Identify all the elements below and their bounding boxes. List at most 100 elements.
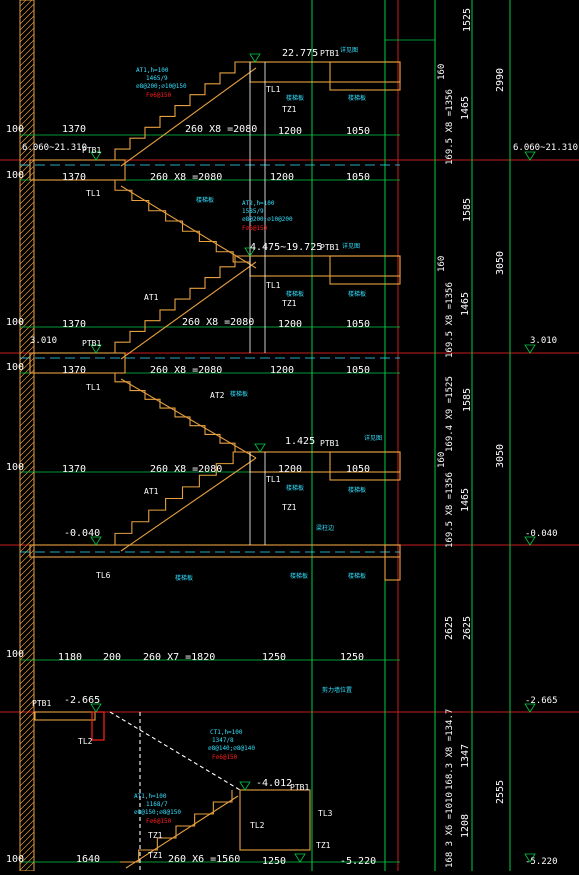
right-level-6060: 6.060~21.310 bbox=[513, 143, 578, 153]
cad-drawing-canvas[interactable]: 22.775 4.475~19.725 1.425 -0.040 -2.665 … bbox=[0, 0, 579, 875]
wall-hatch-line bbox=[19, 837, 35, 853]
wall-hatch-line bbox=[19, 411, 35, 427]
wall-hatch-line bbox=[19, 267, 35, 283]
wall-hatch-line bbox=[19, 579, 35, 595]
stair-section-drawing: 22.775 4.475~19.725 1.425 -0.040 -2.665 … bbox=[0, 0, 579, 875]
wall-hatch-line bbox=[19, 675, 35, 691]
note-edge: 梁柱边 bbox=[316, 524, 334, 532]
flight-down-2 bbox=[114, 373, 250, 453]
wall-hatch-line bbox=[19, 303, 35, 319]
wall-hatch-line bbox=[19, 819, 35, 835]
wall-hatch-line bbox=[19, 441, 35, 457]
flight-dim-5: 260 X8 =2080 bbox=[150, 464, 222, 475]
rdim2-160-a: 160 bbox=[437, 64, 447, 80]
at1-bot-line2: 1168/7 bbox=[146, 801, 168, 808]
tag-tz1-e: TZ1 bbox=[148, 851, 163, 860]
wall-hatch-line bbox=[19, 9, 35, 25]
rdim-2625-b: 2625 bbox=[462, 616, 473, 640]
level-1425: 1.425 bbox=[285, 436, 315, 447]
tag-tz1-c: TZ1 bbox=[282, 503, 297, 512]
at2-line1: AT2,h=100 bbox=[242, 200, 275, 207]
dim-100-d: 100 bbox=[6, 362, 24, 373]
wall-hatch-line bbox=[19, 57, 35, 73]
wall-hatch-line bbox=[19, 207, 35, 223]
wall-hatch-line bbox=[19, 741, 35, 757]
wall-hatch-line bbox=[19, 15, 35, 31]
wall-hatch-line bbox=[19, 153, 35, 169]
wall-hatch-line bbox=[19, 375, 35, 391]
wall-hatch-line bbox=[19, 771, 35, 787]
wall-hatch-line bbox=[19, 789, 35, 805]
rdim-1465-a: 1465 bbox=[460, 96, 471, 120]
wall-hatch-line bbox=[19, 237, 35, 253]
rdim-1525: 1525 bbox=[462, 8, 473, 32]
wall-hatch-line bbox=[19, 681, 35, 697]
flight-dim-6: 260 X7 =1820 bbox=[143, 652, 215, 663]
wall-hatch-line bbox=[19, 51, 35, 67]
tag-tl1-c: TL1 bbox=[266, 281, 281, 290]
level-minus-5220: -5.220 bbox=[340, 856, 376, 867]
wall-hatch-line bbox=[19, 423, 35, 439]
dim-1050-b: 1050 bbox=[346, 172, 370, 183]
wall-hatch-line bbox=[19, 585, 35, 601]
wall-hatch-line bbox=[19, 219, 35, 235]
wall-hatch-line bbox=[19, 429, 35, 445]
wall-hatch-line bbox=[19, 729, 35, 745]
level-minus-4012: -4.012 bbox=[256, 778, 292, 789]
left-level-3010: 3.010 bbox=[30, 336, 57, 346]
wall-hatch-line bbox=[19, 507, 35, 523]
dim-1200-b: 1200 bbox=[270, 172, 294, 183]
wall-hatch-line bbox=[19, 33, 35, 49]
wall-hatch-line bbox=[19, 87, 35, 103]
dim-1200-c: 1200 bbox=[278, 319, 302, 330]
wall-hatch-line bbox=[19, 711, 35, 727]
wall-hatch-line bbox=[19, 525, 35, 541]
wall-hatch-line bbox=[19, 477, 35, 493]
rdim2-step-f: 168 3 X6 =1010 bbox=[445, 792, 455, 868]
at1-top-line3: ⌀8@200;⌀10@150 bbox=[136, 83, 187, 90]
dim-1250-c: 1250 bbox=[262, 856, 286, 867]
rdim-1465-c: 1465 bbox=[460, 488, 471, 512]
level-22775: 22.775 bbox=[282, 48, 318, 59]
dim-1250-b: 1250 bbox=[340, 652, 364, 663]
wall-hatch-line bbox=[19, 753, 35, 769]
wall-hatch-line bbox=[19, 633, 35, 649]
note-slab-e: 楼梯板 bbox=[286, 484, 304, 492]
wall-hatch-line bbox=[19, 813, 35, 829]
wall-hatch-line bbox=[19, 39, 35, 55]
rdim-1347: 1347 bbox=[460, 744, 471, 768]
dim-100-c: 100 bbox=[6, 317, 24, 328]
dim-1200-d: 1200 bbox=[270, 365, 294, 376]
at1-bot-line4: F⌀6@150 bbox=[146, 818, 172, 825]
tag-tl3: TL3 bbox=[318, 809, 333, 818]
wall-hatch-line bbox=[19, 669, 35, 685]
wall-hatch-line bbox=[19, 795, 35, 811]
wall-hatch-line bbox=[19, 279, 35, 295]
flight-upper-2-soffit bbox=[120, 261, 257, 360]
wall-hatch-line bbox=[19, 213, 35, 229]
rdim2-step-c: 169.4 X9 =1525 bbox=[445, 376, 455, 452]
note-slab-c: 楼梯板 bbox=[286, 290, 304, 298]
level-marker-triangle bbox=[249, 53, 261, 63]
wall-hatch-line bbox=[19, 393, 35, 409]
rdim-2990: 2990 bbox=[495, 68, 506, 92]
rdim-2625-a: 2625 bbox=[444, 616, 455, 640]
tag-ptb1-g: PTB1 bbox=[290, 783, 309, 792]
tag-tl2-b: TL2 bbox=[250, 821, 265, 830]
tag-ptb1-e: PTB1 bbox=[320, 439, 339, 448]
dim-1200-e: 1200 bbox=[278, 464, 302, 475]
wall-hatch-line bbox=[19, 69, 35, 85]
rdim-1585-b: 1585 bbox=[462, 388, 473, 412]
level-marker-triangle bbox=[254, 443, 266, 453]
right-level-3010: 3.010 bbox=[530, 336, 557, 346]
ct1-line1: CT1,h=100 bbox=[210, 729, 243, 736]
wall-hatch-line bbox=[19, 297, 35, 313]
right-level-minus-0040: -0.040 bbox=[525, 529, 558, 539]
note-slab-j: 楼梯板 bbox=[230, 390, 248, 398]
at1-top-line2: 1465/9 bbox=[146, 75, 168, 82]
level-marker-triangle bbox=[524, 151, 536, 161]
wall-hatch-line bbox=[19, 705, 35, 721]
dim-1200-a: 1200 bbox=[278, 126, 302, 137]
red-beam-detail bbox=[91, 711, 105, 741]
wall-hatch-line bbox=[19, 81, 35, 97]
